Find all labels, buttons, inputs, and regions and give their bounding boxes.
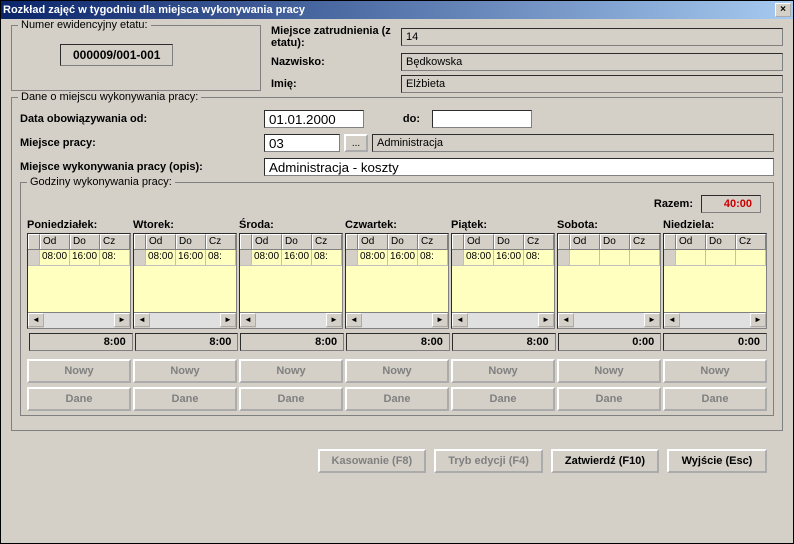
day-column: Poniedziałek: OdDoCz 08:0016:0008: ◄ ► (27, 219, 131, 329)
day-name: Sobota: (557, 219, 661, 231)
scroll-track[interactable] (468, 313, 538, 328)
miejsce-zatr-label: Miejsce zatrudnienia (z etatu): (271, 25, 401, 49)
imie-value: Elżbieta (401, 75, 783, 93)
miejsce-zatr-value: 14 (401, 28, 783, 46)
numer-value: 000009/001-001 (60, 44, 173, 66)
zatwierdz-button[interactable]: Zatwierdź (F10) (551, 449, 659, 473)
numer-label: Numer ewidencyjny etatu: (18, 19, 151, 31)
dane-group: Dane o miejscu wykonywania pracy: Data o… (11, 97, 783, 431)
scroll-right-icon[interactable]: ► (538, 313, 554, 327)
dane-button[interactable]: Dane (451, 387, 555, 411)
razem-label: Razem: (654, 198, 693, 210)
scroll-track[interactable] (150, 313, 220, 328)
day-name: Środa: (239, 219, 343, 231)
scroll-right-icon[interactable]: ► (432, 313, 448, 327)
scroll-right-icon[interactable]: ► (220, 313, 236, 327)
titlebar: Rozkład zajęć w tygodniu dla miejsca wyk… (1, 1, 793, 19)
day-name: Poniedziałek: (27, 219, 131, 231)
imie-label: Imię: (271, 78, 401, 90)
godziny-legend: Godziny wykonywania pracy: (27, 176, 175, 188)
scroll-track[interactable] (362, 313, 432, 328)
kasowanie-button[interactable]: Kasowanie (F8) (318, 449, 427, 473)
scroll-right-icon[interactable]: ► (750, 313, 766, 327)
day-name: Niedziela: (663, 219, 767, 231)
miejsce-lookup-button[interactable]: ... (344, 134, 368, 152)
day-name: Czwartek: (345, 219, 449, 231)
nowy-button[interactable]: Nowy (239, 359, 343, 383)
miejsce-pracy-label: Miejsce pracy: (20, 137, 260, 149)
day-column: Wtorek: OdDoCz 08:0016:0008: ◄ ► (133, 219, 237, 329)
scroll-right-icon[interactable]: ► (644, 313, 660, 327)
day-grid[interactable]: OdDoCz 08:0016:0008: ◄ ► (133, 233, 237, 329)
dane-button[interactable]: Dane (345, 387, 449, 411)
suma-value: 8:00 (135, 333, 239, 351)
tryb-edycji-button[interactable]: Tryb edycji (F4) (434, 449, 543, 473)
scroll-left-icon[interactable]: ◄ (346, 313, 362, 327)
day-grid[interactable]: OdDoCz 08:0016:0008: ◄ ► (239, 233, 343, 329)
scroll-left-icon[interactable]: ◄ (240, 313, 256, 327)
scroll-right-icon[interactable]: ► (326, 313, 342, 327)
scroll-left-icon[interactable]: ◄ (452, 313, 468, 327)
day-column: Środa: OdDoCz 08:0016:0008: ◄ ► (239, 219, 343, 329)
day-grid[interactable]: OdDoCz ◄ ► (663, 233, 767, 329)
suma-value: 8:00 (29, 333, 133, 351)
nowy-button[interactable]: Nowy (27, 359, 131, 383)
nowy-button[interactable]: Nowy (557, 359, 661, 383)
window-title: Rozkład zajęć w tygodniu dla miejsca wyk… (3, 4, 305, 16)
close-icon[interactable]: × (775, 3, 791, 17)
dane-button[interactable]: Dane (663, 387, 767, 411)
dane-button[interactable]: Dane (133, 387, 237, 411)
data-do-input[interactable] (432, 110, 532, 128)
wyjscie-button[interactable]: Wyjście (Esc) (667, 449, 767, 473)
miejsce-pracy-input[interactable] (264, 134, 340, 152)
scroll-left-icon[interactable]: ◄ (28, 313, 44, 327)
day-grid[interactable]: OdDoCz 08:0016:0008: ◄ ► (451, 233, 555, 329)
day-column: Niedziela: OdDoCz ◄ ► (663, 219, 767, 329)
dane-button[interactable]: Dane (27, 387, 131, 411)
dane-legend: Dane o miejscu wykonywania pracy: (18, 91, 201, 103)
godziny-group: Godziny wykonywania pracy: Razem: 40:00 … (20, 182, 774, 416)
scroll-track[interactable] (256, 313, 326, 328)
suma-value: 0:00 (663, 333, 767, 351)
scroll-right-icon[interactable]: ► (114, 313, 130, 327)
nowy-button[interactable]: Nowy (663, 359, 767, 383)
dane-button[interactable]: Dane (557, 387, 661, 411)
suma-value: 8:00 (240, 333, 344, 351)
nowy-button[interactable]: Nowy (345, 359, 449, 383)
day-grid[interactable]: OdDoCz 08:0016:0008: ◄ ► (345, 233, 449, 329)
opis-label: Miejsce wykonywania pracy (opis): (20, 161, 260, 173)
razem-value: 40:00 (701, 195, 761, 213)
day-name: Piątek: (451, 219, 555, 231)
data-od-input[interactable] (264, 110, 364, 128)
numer-group: Numer ewidencyjny etatu: 000009/001-001 (11, 25, 261, 91)
day-name: Wtorek: (133, 219, 237, 231)
opis-input[interactable] (264, 158, 774, 176)
day-grid[interactable]: OdDoCz 08:0016:0008: ◄ ► (27, 233, 131, 329)
data-do-label: do: (368, 113, 428, 125)
day-column: Sobota: OdDoCz ◄ ► (557, 219, 661, 329)
nazwisko-value: Będkowska (401, 53, 783, 71)
day-grid[interactable]: OdDoCz ◄ ► (557, 233, 661, 329)
nowy-button[interactable]: Nowy (451, 359, 555, 383)
miejsce-desc: Administracja (372, 134, 774, 152)
main-window: Rozkład zajęć w tygodniu dla miejsca wyk… (0, 0, 794, 544)
scroll-left-icon[interactable]: ◄ (664, 313, 680, 327)
suma-value: 8:00 (452, 333, 556, 351)
suma-value: 8:00 (346, 333, 450, 351)
day-column: Czwartek: OdDoCz 08:0016:0008: ◄ ► (345, 219, 449, 329)
dane-button[interactable]: Dane (239, 387, 343, 411)
day-column: Piątek: OdDoCz 08:0016:0008: ◄ ► (451, 219, 555, 329)
scroll-left-icon[interactable]: ◄ (134, 313, 150, 327)
scroll-track[interactable] (574, 313, 644, 328)
data-od-label: Data obowiązywania od: (20, 113, 260, 125)
scroll-left-icon[interactable]: ◄ (558, 313, 574, 327)
scroll-track[interactable] (680, 313, 750, 328)
suma-value: 0:00 (558, 333, 662, 351)
nowy-button[interactable]: Nowy (133, 359, 237, 383)
scroll-track[interactable] (44, 313, 114, 328)
nazwisko-label: Nazwisko: (271, 56, 401, 68)
